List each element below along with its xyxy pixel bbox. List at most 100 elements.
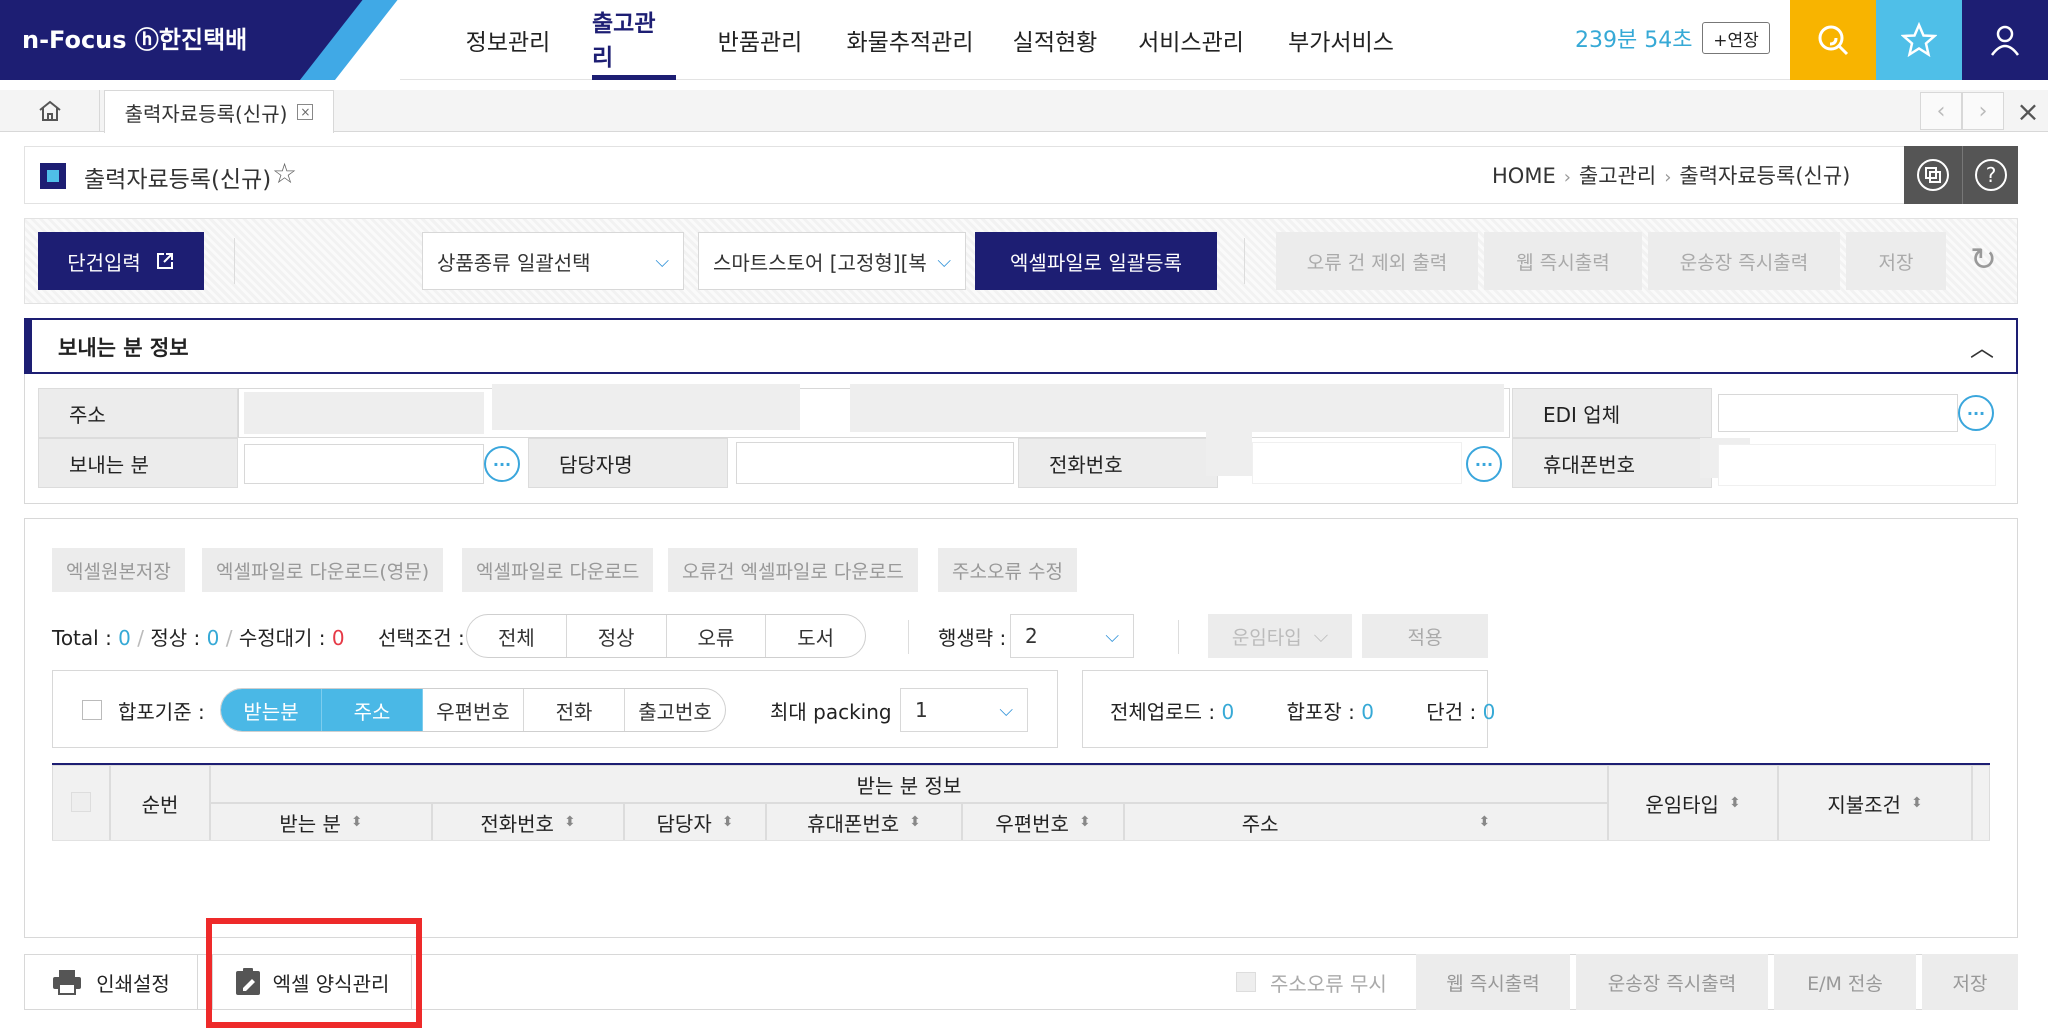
ignore-address-error-checkbox[interactable] (1236, 972, 1256, 992)
breadcrumb-shipping[interactable]: 출고관리 (1579, 164, 1656, 188)
bottom-waybill-print-button[interactable]: 운송장 즉시출력 (1576, 954, 1768, 1010)
col-freight-type-label: 운임타입 (1645, 792, 1719, 817)
product-type-value: 상품종류 일괄선택 (437, 250, 591, 275)
nav-tracking-management[interactable]: 화물추적관리 (840, 0, 980, 80)
print-settings-button[interactable]: 인쇄설정 (24, 954, 198, 1010)
store-select[interactable]: 스마트스토어 [고정형][복 ⌵ (698, 232, 966, 290)
help-icon: ? (1974, 159, 2007, 191)
apply-button[interactable]: 적용 (1362, 614, 1488, 658)
max-packing-select[interactable]: 1 ⌵ (900, 688, 1028, 732)
sender-search-icon[interactable]: ··· (484, 446, 520, 482)
col-receiver[interactable]: 받는 분 ⬍ (210, 803, 432, 841)
single-input-button[interactable]: 단건입력 (38, 232, 204, 290)
tab-prev-button[interactable]: ‹ (1920, 92, 1962, 130)
product-type-select[interactable]: 상품종류 일괄선택 ⌵ (422, 232, 684, 290)
logo[interactable]: n-Focus ⓗ한진택배 (0, 0, 400, 80)
breadcrumb-home[interactable]: HOME (1492, 164, 1556, 188)
phone-input[interactable] (1252, 442, 1462, 484)
tab-close-icon[interactable]: × (297, 104, 314, 120)
upload-counts: Total : 0 / 정상 : 0 / 수정대기 : 0 (52, 626, 345, 650)
chevron-up-icon[interactable]: ︿ (1970, 328, 1994, 363)
sort-icon: ⬍ (909, 813, 921, 830)
nav-info-management[interactable]: 정보관리 (458, 0, 558, 80)
extend-session-button[interactable]: +연장 (1702, 22, 1770, 54)
rows-skip-select[interactable]: 2 ⌵ (1010, 614, 1134, 658)
filter-normal[interactable]: 정상 (567, 615, 667, 657)
sender-info-header[interactable] (24, 318, 2018, 374)
waybill-instant-print-button[interactable]: 운송장 즉시출력 (1648, 232, 1840, 290)
mobile-input[interactable] (1718, 444, 1996, 486)
help-button[interactable]: ? (1962, 146, 2018, 204)
nav-shipping-management[interactable]: 출고관리 (592, 0, 676, 80)
sort-icon: ⬍ (563, 813, 576, 830)
copy-icon (1917, 159, 1949, 191)
rows-skip-value: 2 (1025, 624, 1038, 648)
col-payment[interactable]: 지불조건 ⬍ (1778, 765, 1972, 841)
excel-bulk-register-button[interactable]: 엑셀파일로 일괄등록 (975, 232, 1217, 290)
em-send-button[interactable]: E/M 전송 (1774, 954, 1916, 1010)
mobile-label: 휴대폰번호 (1512, 438, 1712, 488)
nav-additional-services[interactable]: 부가서비스 (1286, 0, 1396, 80)
sort-icon: ⬍ (1478, 813, 1491, 830)
favorite-star-icon[interactable]: ☆ (272, 160, 297, 188)
save-excel-original-button[interactable]: 엑셀원본저장 (52, 548, 185, 592)
refresh-icon[interactable]: ↻ (1970, 240, 1997, 278)
col-zipcode[interactable]: 우편번호 ⬍ (962, 803, 1124, 841)
col-manager[interactable]: 담당자 ⬍ (624, 803, 766, 841)
filter-all[interactable]: 전체 (467, 615, 567, 657)
edi-search-icon[interactable]: ··· (1958, 395, 1994, 431)
phone-search-icon[interactable]: ··· (1466, 446, 1502, 482)
merge-zipcode[interactable]: 우편번호 (423, 689, 524, 731)
merge-receiver[interactable]: 받는분 (221, 689, 322, 731)
nav-performance[interactable]: 실적현황 (1010, 0, 1100, 80)
upload-summary: 전체업로드 : 0 합포장 : 0 단건 : 0 (1110, 696, 1495, 725)
sort-icon: ⬍ (1078, 813, 1091, 830)
col-address[interactable]: 주소 ⬍ (1124, 803, 1608, 841)
nav-return-management[interactable]: 반품관리 (716, 0, 804, 80)
download-error-excel-button[interactable]: 오류건 엑셀파일로 다운로드 (668, 548, 918, 592)
merge-phone[interactable]: 전화 (524, 689, 625, 731)
user-menu-button[interactable] (1962, 0, 2048, 80)
masked-phone (1206, 428, 1252, 476)
edi-company-input[interactable] (1718, 394, 1958, 432)
tab-print-data-register[interactable]: 출력자료등록(신규) × (104, 90, 334, 133)
exclude-error-print-button[interactable]: 오류 건 제외 출력 (1276, 232, 1478, 290)
chevron-left-icon: ‹ (1936, 98, 1946, 124)
copy-screen-button[interactable] (1904, 146, 1962, 204)
star-icon (1901, 22, 1937, 58)
manager-name-input[interactable] (736, 442, 1014, 484)
sort-icon: ⬍ (721, 813, 734, 830)
download-excel-button[interactable]: 엑셀파일로 다운로드 (462, 548, 654, 592)
close-all-tabs-icon[interactable]: × (2008, 92, 2048, 130)
global-search-button[interactable] (1790, 0, 1876, 80)
masked-area (1500, 26, 1568, 78)
select-all-checkbox[interactable] (71, 792, 91, 812)
freight-type-select[interactable]: 운임타입 ⌵ (1208, 614, 1352, 658)
favorites-button[interactable] (1876, 0, 1962, 80)
merge-criteria-checkbox[interactable] (82, 700, 102, 720)
bottom-web-print-button[interactable]: 웹 즉시출력 (1416, 954, 1570, 1010)
nav-service-management[interactable]: 서비스관리 (1136, 0, 1246, 80)
sender-name-input[interactable] (244, 444, 484, 484)
col-freight-type[interactable]: 운임타입 ⬍ (1608, 765, 1778, 841)
col-group-receiver: 받는 분 정보 (210, 765, 1608, 803)
download-excel-english-button[interactable]: 엑셀파일로 다운로드(영문) (202, 548, 444, 592)
pending-label: 수정대기 : (238, 626, 332, 650)
tab-next-button[interactable]: › (1962, 92, 2004, 130)
filter-error[interactable]: 오류 (667, 615, 767, 657)
col-mobile[interactable]: 휴대폰번호 ⬍ (766, 803, 962, 841)
fix-address-error-button[interactable]: 주소오류 수정 (938, 548, 1077, 592)
normal-label: 정상 : (150, 626, 207, 650)
sender-info-title: 보내는 분 정보 (58, 336, 189, 360)
page-title-icon (40, 163, 66, 189)
col-phone[interactable]: 전화번호 ⬍ (432, 803, 624, 841)
user-icon (1990, 25, 2020, 56)
merge-order-no[interactable]: 출고번호 (625, 689, 725, 731)
web-instant-print-button[interactable]: 웹 즉시출력 (1484, 232, 1642, 290)
save-button[interactable]: 저장 (1846, 232, 1946, 290)
tab-home[interactable] (0, 90, 100, 132)
all-upload-count: 0 (1221, 700, 1235, 724)
bottom-save-button[interactable]: 저장 (1922, 954, 2018, 1010)
merge-address[interactable]: 주소 (322, 689, 423, 731)
filter-island[interactable]: 도서 (766, 615, 865, 657)
